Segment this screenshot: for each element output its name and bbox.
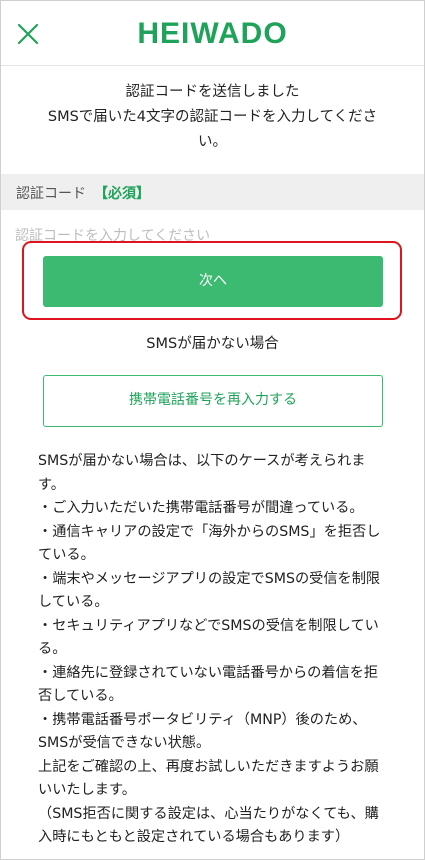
code-label-bar: 認証コード 【必須】	[1, 174, 424, 210]
sent-message-line: 認証コードを送信しました	[125, 84, 300, 100]
sent-message: 認証コードを送信しました SMSで届いた4文字の認証コードを入力してくださ い。	[20, 80, 405, 155]
notes-line: ・連絡先に登録されていない電話番号からの着信を拒	[38, 664, 379, 681]
notes-line: 上記をご確認の上、再度お試しいただきますようお願	[38, 758, 379, 775]
sent-message-line: い。	[198, 134, 227, 150]
notes-line: （SMS拒否に関する設定は、心当たりがなくても、購	[38, 805, 379, 822]
required-badge: 【必須】	[94, 186, 150, 202]
notes-line: している。	[38, 594, 109, 610]
header: HEIWADO	[1, 1, 424, 66]
no-sms-heading: SMSが届かない場合	[146, 336, 279, 352]
notes-line: SMSが届かない場合は、以下のケースが考えられま	[38, 453, 366, 469]
code-label: 認証コード 【必須】	[16, 183, 150, 203]
reenter-phone-button[interactable]: 携帯電話番号を再入力する	[43, 375, 383, 427]
next-button[interactable]: 次へ	[43, 256, 383, 307]
code-label-text: 認証コード	[16, 186, 86, 202]
notes-line: す。	[38, 476, 65, 493]
notes-line: ・ご入力いただいた携帯電話番号が間違っている。	[38, 500, 364, 516]
no-sms-notes: SMSが届かない場合は、以下のケースが考えられま す。 ・ご入力いただいた携帯電…	[38, 450, 398, 850]
heiwado-logo: HEIWADO	[137, 17, 288, 50]
notes-line: 否している。	[38, 688, 123, 704]
sent-message-line: SMSで届いた4文字の認証コードを入力してくださ	[47, 109, 378, 125]
notes-line: ている。	[38, 547, 95, 563]
notes-line: ・携帯電話番号ポータビリティ（MNP）後のため、	[38, 711, 367, 728]
notes-line: 入時にもともと設定されている場合もあります）	[38, 829, 350, 845]
notes-line: SMSが受信できない状態。	[38, 735, 211, 751]
notes-line: る。	[38, 641, 67, 657]
notes-line: ・通信キャリアの設定で「海外からのSMS」を拒否し	[38, 523, 381, 540]
notes-line: ・セキュリティアプリなどでSMSの受信を制限してい	[38, 617, 379, 634]
notes-line: いいたします。	[38, 782, 136, 798]
notes-line: ・端末やメッセージアプリの設定でSMSの受信を制限	[38, 570, 381, 587]
